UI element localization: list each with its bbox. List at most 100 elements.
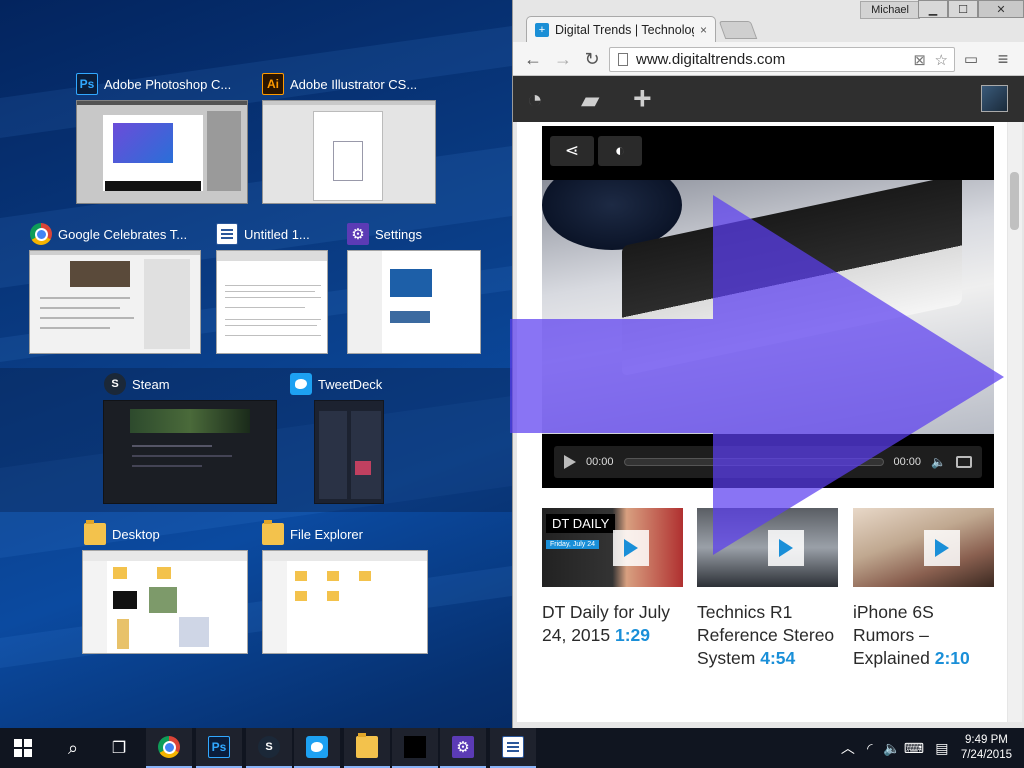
digitaltrends-favicon: + bbox=[535, 22, 549, 37]
video-controls: 00:00 00:00 🔈 bbox=[554, 446, 982, 478]
close-button[interactable]: ✕ bbox=[978, 0, 1024, 18]
scrollbar-thumb[interactable] bbox=[1010, 172, 1019, 230]
video-card[interactable]: Technics R1 Reference Stereo System 4:54 bbox=[697, 508, 839, 670]
snap-title-desktop[interactable]: Desktop bbox=[84, 520, 160, 545]
comment-icon[interactable]: ▰ bbox=[581, 86, 599, 115]
action-center-icon[interactable]: ▤ bbox=[931, 740, 953, 757]
snap-title-photoshop[interactable]: Ps Adobe Photoshop C... bbox=[76, 73, 231, 95]
video-title[interactable]: iPhone 6S Rumors – Explained 2:10 bbox=[853, 601, 995, 670]
close-tab-icon[interactable]: × bbox=[700, 23, 707, 37]
window-title: Adobe Photoshop C... bbox=[104, 76, 232, 92]
taskbar-photoshop[interactable]: Ps bbox=[196, 728, 242, 768]
tab-title: Digital Trends | Technolog bbox=[555, 22, 694, 37]
volume-icon[interactable]: 🔈 bbox=[881, 740, 903, 757]
seek-bar[interactable] bbox=[623, 458, 884, 466]
current-time: 00:00 bbox=[586, 456, 614, 468]
browser-tab[interactable]: + Digital Trends | Technolog × bbox=[526, 16, 716, 42]
steam-window-thumbnail[interactable] bbox=[103, 400, 277, 504]
snap-title-settings[interactable]: ⚙ Settings bbox=[347, 223, 422, 245]
volume-icon[interactable]: 🔈 bbox=[931, 455, 946, 469]
snap-title-file-explorer[interactable]: File Explorer bbox=[262, 520, 363, 545]
snap-title-illustrator[interactable]: Ai Adobe Illustrator CS... bbox=[262, 73, 417, 95]
address-bar[interactable]: www.digitaltrends.com ⊠ ☆ bbox=[609, 47, 955, 72]
dt-daily-badge: DT DAILY bbox=[546, 514, 616, 533]
profile-name[interactable]: Michael bbox=[860, 1, 920, 19]
illustrator-window-thumbnail[interactable] bbox=[262, 100, 436, 204]
blocked-content-icon[interactable]: ⊠ bbox=[913, 51, 926, 69]
add-icon[interactable]: + bbox=[633, 80, 652, 117]
snap-title-tweetdeck[interactable]: TweetDeck bbox=[290, 373, 382, 395]
video-duration: 4:54 bbox=[760, 648, 796, 668]
clock[interactable]: 9:49 PM 7/24/2015 bbox=[961, 733, 1012, 763]
task-view-icon[interactable]: ❐ bbox=[96, 728, 142, 768]
taskbar-tweetdeck[interactable] bbox=[294, 728, 340, 768]
new-tab-button[interactable] bbox=[718, 21, 758, 39]
taskbar: ⌕ ❐ Ps S ⚙ ︿ ◜ 🔈 ⌨ ▤ 9:49 PM 7/24/2015 bbox=[0, 728, 1024, 768]
chevron-up-icon[interactable]: ︿ bbox=[837, 738, 859, 758]
windows-logo-icon bbox=[14, 739, 32, 757]
taskbar-blank-app[interactable] bbox=[392, 728, 438, 768]
file-explorer-thumbnail[interactable] bbox=[262, 550, 428, 654]
menu-icon[interactable]: ≡ bbox=[991, 47, 1015, 71]
cast-icon[interactable]: ▭ bbox=[959, 47, 983, 71]
chrome-window-thumbnail[interactable] bbox=[29, 250, 201, 354]
taskbar-steam[interactable]: S bbox=[246, 728, 292, 768]
dashboard-icon[interactable]: ◔ bbox=[527, 84, 543, 115]
avatar[interactable] bbox=[981, 85, 1008, 112]
folder-icon bbox=[356, 733, 378, 758]
document-window-thumbnail[interactable] bbox=[216, 250, 328, 354]
start-button[interactable] bbox=[0, 728, 46, 768]
video-title[interactable]: Technics R1 Reference Stereo System 4:54 bbox=[697, 601, 839, 670]
window-title: Adobe Illustrator CS... bbox=[290, 76, 418, 92]
tweetdeck-window-thumbnail[interactable] bbox=[314, 400, 384, 504]
taskbar-file-explorer[interactable] bbox=[344, 728, 390, 768]
desktop-folder-thumbnail[interactable] bbox=[82, 550, 248, 654]
video-thumbnail[interactable] bbox=[697, 508, 838, 587]
taskbar-chrome[interactable] bbox=[146, 728, 192, 768]
photoshop-icon: Ps bbox=[76, 73, 98, 95]
play-icon[interactable] bbox=[924, 530, 960, 566]
play-icon[interactable] bbox=[768, 530, 804, 566]
taskbar-document[interactable] bbox=[490, 728, 536, 768]
play-icon[interactable] bbox=[613, 530, 649, 566]
twitter-icon bbox=[290, 373, 312, 395]
ime-icon[interactable]: ⌨ bbox=[903, 740, 925, 757]
maximize-button[interactable]: ☐ bbox=[948, 0, 978, 18]
search-icon[interactable]: ⌕ bbox=[50, 728, 96, 768]
scrollbar[interactable] bbox=[1008, 122, 1022, 722]
cast-icon[interactable] bbox=[956, 456, 972, 468]
video-thumbnail[interactable] bbox=[853, 508, 994, 587]
video-frame[interactable] bbox=[542, 180, 994, 434]
video-title[interactable]: DT Daily for July 24, 2015 1:29 bbox=[542, 601, 684, 647]
wifi-icon[interactable]: ◜ bbox=[859, 740, 881, 757]
url-text: www.digitaltrends.com bbox=[636, 51, 786, 68]
twitter-icon bbox=[306, 736, 328, 758]
bookmark-star-icon[interactable]: ☆ bbox=[935, 51, 948, 69]
snap-title-word[interactable]: Untitled 1... bbox=[216, 223, 310, 245]
settings-window-thumbnail[interactable] bbox=[347, 250, 481, 354]
video-card[interactable]: iPhone 6S Rumors – Explained 2:10 bbox=[853, 508, 995, 670]
chrome-icon bbox=[158, 736, 180, 758]
forward-icon[interactable]: → bbox=[551, 47, 575, 71]
window-title: Desktop bbox=[112, 526, 160, 542]
share-icon[interactable]: ⋖ bbox=[550, 136, 594, 166]
back-icon[interactable]: ← bbox=[521, 47, 545, 71]
snap-title-chrome[interactable]: Google Celebrates T... bbox=[30, 223, 187, 245]
reload-icon[interactable]: ↻ bbox=[580, 47, 604, 71]
contrast-icon[interactable]: ◐ bbox=[598, 136, 642, 166]
window-title: File Explorer bbox=[290, 526, 363, 542]
video-thumbnail[interactable]: DT DAILY Friday, July 24 bbox=[542, 508, 683, 587]
steam-icon: S bbox=[104, 373, 126, 395]
video-duration: 2:10 bbox=[934, 648, 970, 668]
window-controls: ▁ ☐ ✕ bbox=[918, 0, 1024, 18]
photoshop-window-thumbnail[interactable] bbox=[76, 100, 248, 204]
taskbar-settings[interactable]: ⚙ bbox=[440, 728, 486, 768]
play-icon[interactable] bbox=[564, 455, 576, 469]
video-player[interactable]: ⋖ ◐ 00:00 00:00 🔈 bbox=[542, 126, 994, 488]
illustrator-icon: Ai bbox=[262, 73, 284, 95]
browser-toolbar: ← → ↻ www.digitaltrends.com ⊠ ☆ ▭ ≡ bbox=[513, 42, 1024, 76]
video-card[interactable]: DT DAILY Friday, July 24 DT Daily for Ju… bbox=[542, 508, 684, 647]
minimize-button[interactable]: ▁ bbox=[918, 0, 948, 18]
chrome-icon bbox=[30, 223, 52, 245]
snap-title-steam[interactable]: S Steam bbox=[104, 373, 170, 395]
